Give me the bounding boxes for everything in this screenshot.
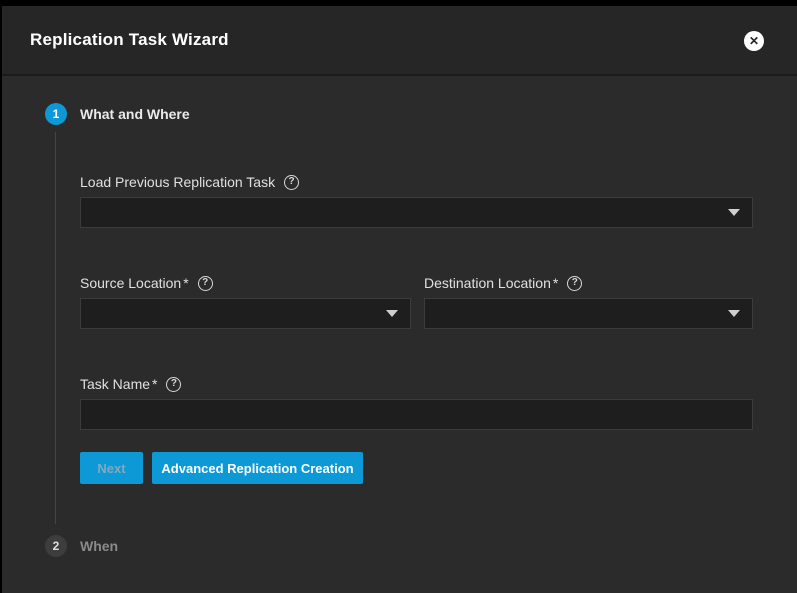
required-marker: * <box>553 275 558 291</box>
destination-location-select[interactable] <box>424 298 753 329</box>
stepper-connector-line <box>55 132 56 524</box>
required-marker: * <box>152 376 157 392</box>
help-icon[interactable]: ? <box>284 175 299 190</box>
task-name-input[interactable] <box>81 400 752 429</box>
load-previous-label-text: Load Previous Replication Task <box>80 174 275 190</box>
step-2-label: When <box>80 538 118 554</box>
task-name-label-text: Task Name <box>80 376 150 392</box>
step-2-header[interactable]: 2 When <box>45 535 118 557</box>
source-location-select[interactable] <box>80 298 411 329</box>
step-1-label: What and Where <box>80 106 190 122</box>
help-icon[interactable]: ? <box>198 276 213 291</box>
source-location-label: Source Location* ? <box>80 274 213 292</box>
source-location-label-text: Source Location <box>80 275 181 291</box>
replication-wizard-screen: Replication Task Wizard ✕ 1 What and Whe… <box>0 0 797 593</box>
step-1-header[interactable]: 1 What and Where <box>45 103 190 125</box>
step-2-number-badge: 2 <box>45 535 67 557</box>
destination-location-label: Destination Location* ? <box>424 274 582 292</box>
close-icon: ✕ <box>744 31 764 51</box>
close-button[interactable]: ✕ <box>744 31 764 51</box>
destination-location-label-text: Destination Location <box>424 275 551 291</box>
task-name-field-wrapper <box>80 399 753 430</box>
help-icon[interactable]: ? <box>567 276 582 291</box>
dialog-header: Replication Task Wizard ✕ <box>2 6 797 76</box>
chevron-down-icon <box>728 209 740 216</box>
replication-task-wizard-dialog: Replication Task Wizard ✕ 1 What and Whe… <box>2 6 797 593</box>
advanced-replication-creation-button[interactable]: Advanced Replication Creation <box>152 452 363 484</box>
next-button[interactable]: Next <box>80 452 143 484</box>
chevron-down-icon <box>728 310 740 317</box>
required-marker: * <box>183 275 188 291</box>
chevron-down-icon <box>386 310 398 317</box>
load-previous-label: Load Previous Replication Task ? <box>80 173 299 191</box>
help-icon[interactable]: ? <box>166 377 181 392</box>
step-1-number-badge: 1 <box>45 103 67 125</box>
dialog-title: Replication Task Wizard <box>30 30 229 50</box>
task-name-label: Task Name* ? <box>80 375 181 393</box>
load-previous-select[interactable] <box>80 197 753 228</box>
